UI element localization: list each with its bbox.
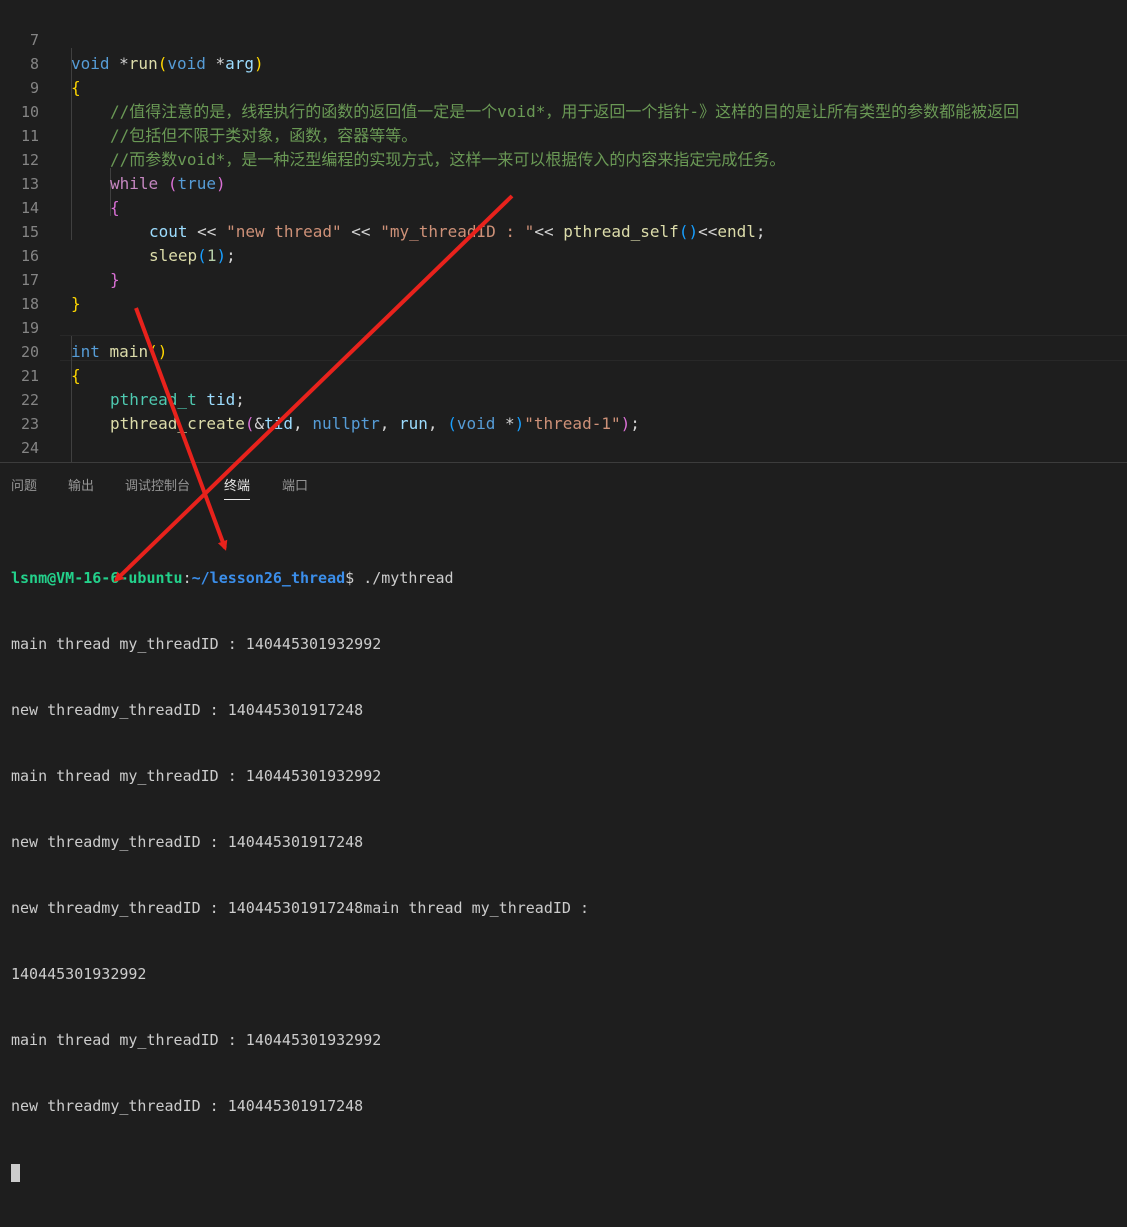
code-line-9: 9 //值得注意的是，线程执行的函数的返回值一定是一个void*，用于返回一个指… bbox=[29, 79, 1020, 121]
terminal-output-line: new threadmy_threadID : 140445301917248m… bbox=[11, 899, 589, 917]
code-line-17: 17 } bbox=[20, 271, 81, 313]
code-line-24: 24 while (true) bbox=[20, 439, 39, 457]
code-line-20: 20 { bbox=[20, 343, 81, 385]
terminal-cursor-line bbox=[11, 1161, 589, 1183]
terminal[interactable]: lsnm@VM-16-6-ubuntu:~/lesson26_thread$ .… bbox=[11, 523, 589, 1227]
code-line-18: 18 bbox=[20, 295, 39, 313]
prompt-path: ~/lesson26_thread bbox=[191, 569, 346, 587]
prompt-user: lsnm@VM-16-6-ubuntu bbox=[11, 569, 183, 587]
tab-debug-console[interactable]: 调试控制台 bbox=[125, 475, 190, 494]
terminal-output-line: 140445301932992 bbox=[11, 965, 147, 983]
terminal-output-line: main thread my_threadID : 14044530193299… bbox=[11, 1031, 382, 1049]
terminal-output-line: new threadmy_threadID : 140445301917248 bbox=[11, 833, 364, 851]
code-line-21: 21 pthread_t tid; bbox=[20, 367, 245, 409]
terminal-cursor bbox=[11, 1163, 20, 1182]
code-line-16: 16 } bbox=[20, 247, 120, 289]
code-line-11: 11 //而参数void*，是一种泛型编程的实现方式，这样一来可以根据传入的内容… bbox=[20, 127, 786, 169]
tab-ports[interactable]: 端口 bbox=[282, 475, 308, 494]
tab-terminal[interactable]: 终端 bbox=[224, 475, 251, 500]
terminal-prompt-line: lsnm@VM-16-6-ubuntu:~/lesson26_thread$ .… bbox=[11, 569, 454, 587]
code-line-8: 8 { bbox=[29, 55, 81, 97]
tab-problems[interactable]: 问题 bbox=[11, 475, 37, 494]
terminal-command: ./mythread bbox=[363, 569, 454, 587]
tab-output[interactable]: 输出 bbox=[68, 475, 94, 494]
code-line-22: 22 pthread_create(&tid, nullptr, run, (v… bbox=[20, 391, 640, 433]
code-line-12: 12 while (true) bbox=[20, 151, 226, 193]
terminal-output-line: main thread my_threadID : 14044530193299… bbox=[11, 635, 382, 653]
code-line-7: 7 void *run(void *arg) bbox=[0, 4, 1127, 73]
code-line-23: 23 bbox=[20, 415, 39, 433]
code-line-13: 13 { bbox=[20, 175, 120, 217]
code-line-10: 10 //包括但不限于类对象，函数，容器等等。 bbox=[20, 103, 418, 145]
code-line-15: 15 sleep(1); bbox=[20, 223, 236, 265]
code-line-14: 14 cout << "new thread" << "my_threadID … bbox=[20, 199, 766, 241]
terminal-output-line: new threadmy_threadID : 140445301917248 bbox=[11, 1097, 364, 1115]
code-editor[interactable]: 7 void *run(void *arg) 8 { 9 //值得注意的是，线程… bbox=[0, 0, 1127, 462]
terminal-output-line: new threadmy_threadID : 140445301917248 bbox=[11, 701, 364, 719]
bottom-panel: 问题 输出 调试控制台 终端 端口 lsnm@VM-16-6-ubuntu:~/… bbox=[0, 462, 1127, 1182]
terminal-output-line: main thread my_threadID : 14044530193299… bbox=[11, 767, 382, 785]
panel-tabs: 问题 输出 调试控制台 终端 端口 bbox=[0, 463, 1127, 503]
code-line-19: 19 int main() bbox=[20, 319, 168, 361]
code-line-25: 25 { bbox=[0, 436, 1127, 460]
